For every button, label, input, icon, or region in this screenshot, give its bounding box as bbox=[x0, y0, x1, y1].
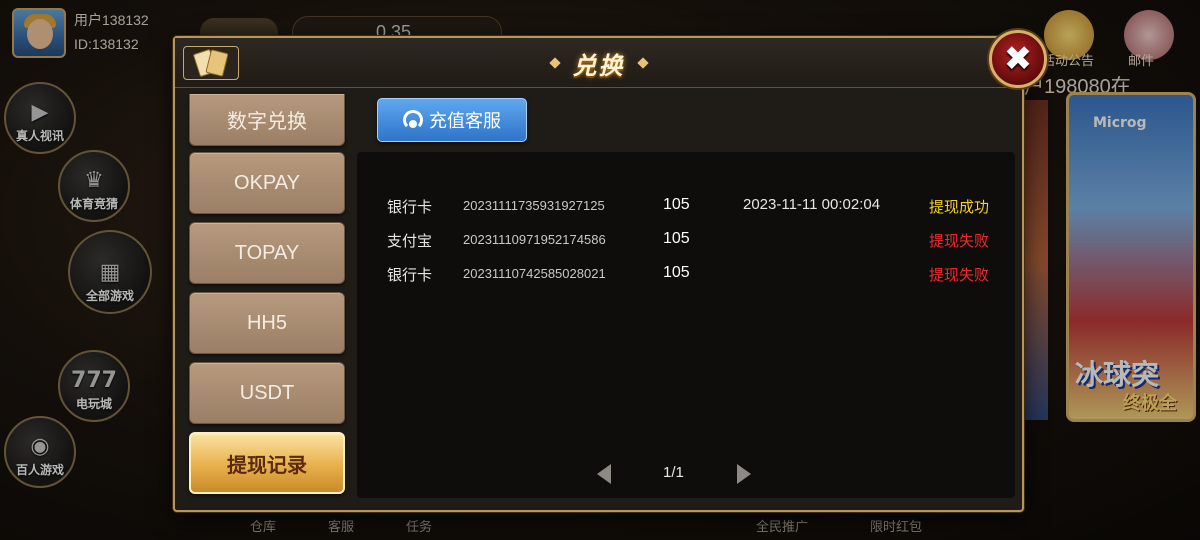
category-hh5[interactable]: HH5 bbox=[189, 292, 345, 354]
records-panel: 银行卡 20231111735931927125 105 2023-11-11 … bbox=[357, 152, 1015, 498]
headset-icon bbox=[403, 110, 423, 130]
pagination: 1/1 bbox=[357, 458, 1015, 488]
modal-header: 兑换 ✖ bbox=[175, 30, 1047, 88]
category-withdraw-records[interactable]: 提现记录 bbox=[189, 432, 345, 494]
record-amount: 105 bbox=[663, 196, 690, 213]
recharge-service-label: 充值客服 bbox=[429, 111, 501, 131]
next-page-icon[interactable] bbox=[737, 464, 751, 484]
page-indicator: 1/1 bbox=[663, 464, 684, 481]
record-order-id: 20231110971952174586 bbox=[463, 232, 606, 247]
table-row: 支付宝 20231110971952174586 105 提现失败 bbox=[357, 228, 1015, 252]
category-digital-exchange[interactable]: 数字兑换 bbox=[189, 94, 345, 146]
record-amount: 105 bbox=[663, 230, 690, 247]
record-method: 银行卡 bbox=[387, 199, 433, 216]
record-method: 银行卡 bbox=[387, 267, 433, 284]
category-usdt[interactable]: USDT bbox=[189, 362, 345, 424]
table-row: 银行卡 20231110742585028021 105 提现失败 bbox=[357, 262, 1015, 286]
category-topay[interactable]: TOPAY bbox=[189, 222, 345, 284]
recharge-service-button[interactable]: 充值客服 bbox=[377, 98, 527, 142]
prev-page-icon[interactable] bbox=[597, 464, 611, 484]
table-row: 银行卡 20231111735931927125 105 2023-11-11 … bbox=[357, 194, 1015, 218]
diamond-icon bbox=[548, 57, 561, 69]
diamond-icon bbox=[636, 57, 649, 69]
record-status: 提现失败 bbox=[929, 267, 990, 284]
category-okpay[interactable]: OKPAY bbox=[189, 152, 345, 214]
record-amount: 105 bbox=[663, 264, 690, 281]
record-status: 提现失败 bbox=[929, 233, 990, 250]
record-order-id: 20231111735931927125 bbox=[463, 198, 605, 213]
record-method: 支付宝 bbox=[387, 233, 433, 250]
modal-title-wrap: 兑换 bbox=[175, 38, 1022, 88]
exchange-modal: 兑换 ✖ 数字兑换 OKPAY TOPAY HH5 USDT 提现记录 充值客服… bbox=[173, 30, 1047, 512]
close-button[interactable]: ✖ bbox=[989, 30, 1047, 88]
record-status: 提现成功 bbox=[929, 199, 990, 216]
record-order-id: 20231110742585028021 bbox=[463, 266, 606, 281]
category-list: 数字兑换 OKPAY TOPAY HH5 USDT 提现记录 bbox=[181, 94, 351, 496]
modal-title: 兑换 bbox=[572, 51, 625, 80]
record-time: 2023-11-11 00:02:04 bbox=[743, 196, 881, 213]
